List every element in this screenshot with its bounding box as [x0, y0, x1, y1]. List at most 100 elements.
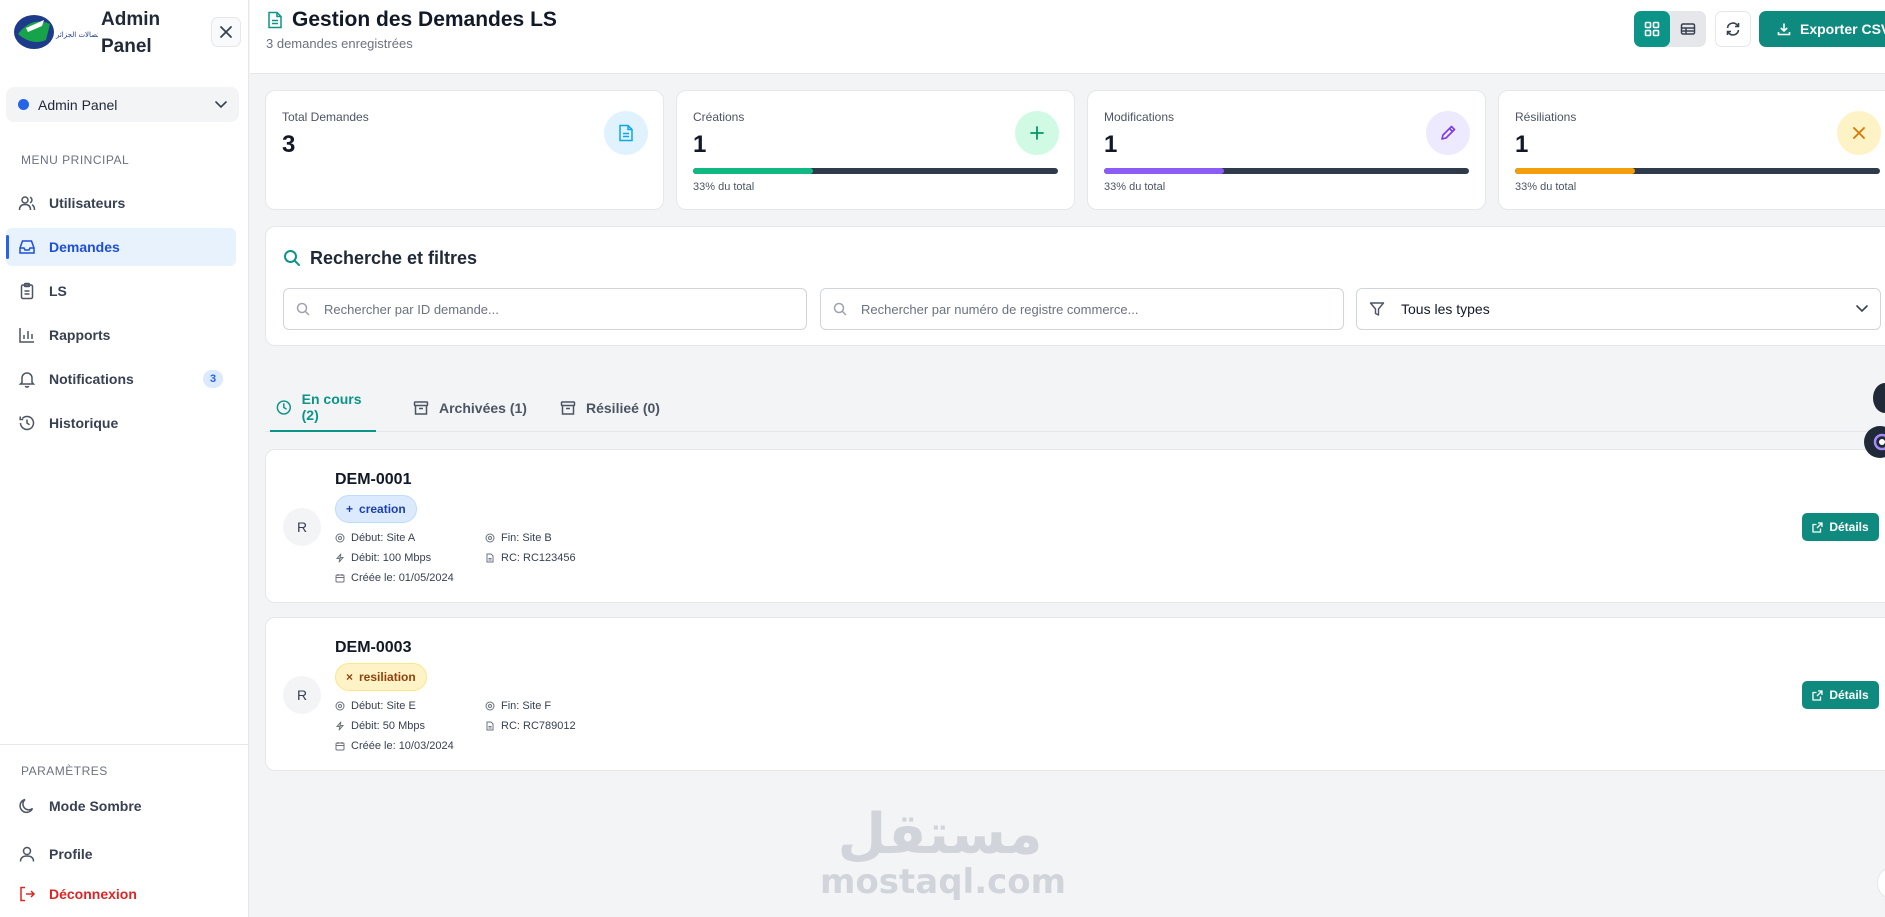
x-icon: ×: [346, 670, 354, 684]
chevron-down-icon: [1856, 305, 1868, 313]
stat-badge: [1015, 111, 1059, 155]
stat-value: 1: [1515, 131, 1529, 158]
rc-number: RC: RC789012: [485, 720, 576, 732]
watermark: مستقل mostaql.com: [820, 802, 1067, 902]
settings-item-label: Profile: [49, 846, 93, 862]
profile-link[interactable]: Profile: [6, 835, 236, 873]
filters-title: Recherche et filtres: [310, 248, 478, 268]
details-button[interactable]: Détails: [1802, 513, 1879, 541]
dark-mode-toggle[interactable]: Mode Sombre: [6, 787, 236, 825]
file-icon: [486, 721, 494, 731]
scroll-button[interactable]: [1877, 868, 1885, 898]
stat-percent: 33% du total: [1104, 181, 1166, 193]
brand: اتصالات الجزائر Admin Panel: [10, 4, 241, 60]
search-icon: [833, 302, 847, 316]
tab-label: Résilieé (0): [586, 400, 660, 416]
request-card: R DEM-0003 × resiliation Début: Site E F…: [265, 617, 1885, 771]
status-tabs: En cours (2) Archivées (1) Résilieé (0): [265, 384, 1885, 432]
company-logo: اتصالات الجزائر: [14, 15, 98, 49]
end-site-text: Fin: Site B: [501, 532, 552, 544]
stat-value: 1: [693, 131, 707, 158]
logout-button[interactable]: Déconnexion: [6, 875, 236, 913]
bar-chart-icon: [17, 325, 37, 345]
bandwidth-text: Débit: 100 Mbps: [351, 552, 432, 564]
type-filter-select[interactable]: Tous les types: [1356, 288, 1881, 330]
stat-badge: [1837, 111, 1881, 155]
tab-label: Archivées (1): [439, 400, 527, 416]
created-date: Créée le: 01/05/2024: [335, 572, 454, 584]
stat-value: 1: [1104, 131, 1118, 158]
sidebar-item-demandes[interactable]: Demandes: [6, 228, 236, 266]
tab-en-cours[interactable]: En cours (2): [270, 384, 376, 432]
tab-resiliee[interactable]: Résilieé (0): [560, 384, 660, 432]
stat-card-creations: Créations 1 33% du total: [676, 90, 1075, 210]
sidebar-item-ls[interactable]: LS: [6, 272, 236, 310]
bandwidth-text: Débit: 50 Mbps: [351, 720, 425, 732]
created-date: Créée le: 10/03/2024: [335, 740, 454, 752]
stat-label: Total Demandes: [282, 110, 369, 124]
sidebar-item-notifications[interactable]: Notifications 3: [6, 360, 236, 398]
watermark-latin: mostaql.com: [820, 862, 1067, 902]
table-view-button[interactable]: [1670, 11, 1706, 47]
stat-card-resiliations: Résiliations 1 33% du total: [1498, 90, 1885, 210]
watermark-arabic: مستقل: [837, 802, 1043, 867]
x-icon: [1853, 127, 1865, 139]
chevron-down-icon: [215, 100, 227, 108]
sidebar-item-label: Rapports: [49, 327, 111, 343]
bandwidth: Débit: 100 Mbps: [335, 552, 431, 564]
start-site: Début: Site E: [335, 700, 416, 712]
workspace-selector[interactable]: Admin Panel: [6, 87, 239, 122]
sidebar-divider: [0, 744, 249, 745]
export-csv-button[interactable]: Exporter CSV: [1759, 11, 1885, 47]
avatar: R: [283, 676, 321, 714]
end-site: Fin: Site F: [485, 700, 551, 712]
avatar: R: [283, 508, 321, 546]
stat-badge: [604, 111, 648, 155]
workspace-label: Admin Panel: [38, 96, 118, 113]
refresh-button[interactable]: [1715, 11, 1751, 47]
search-icon: [284, 250, 300, 266]
brand-title: Admin Panel: [101, 9, 161, 57]
document-icon: [268, 11, 282, 29]
rc-search-field[interactable]: [820, 288, 1344, 330]
progress-bar: [693, 168, 1058, 174]
zap-icon: [335, 553, 345, 563]
pencil-icon: [1441, 125, 1456, 140]
sidebar-item-historique[interactable]: Historique: [6, 404, 236, 442]
details-button[interactable]: Détails: [1802, 681, 1879, 709]
settings-item-label: Mode Sombre: [49, 798, 142, 814]
logo-text: اتصالات الجزائر: [55, 31, 98, 39]
bandwidth: Débit: 50 Mbps: [335, 720, 425, 732]
sidebar-item-utilisateurs[interactable]: Utilisateurs: [6, 184, 236, 222]
moon-icon: [17, 796, 37, 816]
sidebar-item-label: Historique: [49, 415, 119, 431]
settings-section-label: PARAMÈTRES: [21, 764, 108, 778]
id-search-field[interactable]: [283, 288, 807, 330]
sidebar-item-label: Demandes: [49, 239, 120, 255]
grid-view-button[interactable]: [1634, 11, 1670, 47]
type-label: resiliation: [359, 670, 416, 684]
external-link-icon: [1812, 689, 1823, 701]
view-toggle: [1634, 11, 1706, 47]
stat-card-total: Total Demandes 3: [265, 90, 664, 210]
id-search-input[interactable]: [324, 301, 804, 317]
zap-icon: [335, 721, 345, 731]
export-label: Exporter CSV: [1800, 21, 1885, 37]
tab-archivees[interactable]: Archivées (1): [413, 384, 527, 432]
request-id: DEM-0003: [335, 639, 412, 656]
rc-text: RC: RC789012: [501, 720, 576, 732]
sidebar-item-rapports[interactable]: Rapports: [6, 316, 236, 354]
chat-widget-button[interactable]: [1864, 426, 1885, 458]
settings-item-label: Déconnexion: [49, 886, 137, 902]
tab-label: En cours (2): [301, 391, 362, 423]
type-badge: × resiliation: [335, 663, 427, 691]
close-sidebar-button[interactable]: [211, 17, 241, 47]
document-icon: [619, 124, 633, 142]
details-label: Détails: [1829, 688, 1869, 702]
inbox-icon: [17, 237, 37, 257]
stat-label: Modifications: [1104, 110, 1175, 124]
details-label: Détails: [1829, 520, 1869, 534]
page-header: Gestion des Demandes LS 3 demandes enreg…: [250, 0, 1885, 74]
rc-search-input[interactable]: [861, 301, 1341, 317]
end-site: Fin: Site B: [485, 532, 552, 544]
